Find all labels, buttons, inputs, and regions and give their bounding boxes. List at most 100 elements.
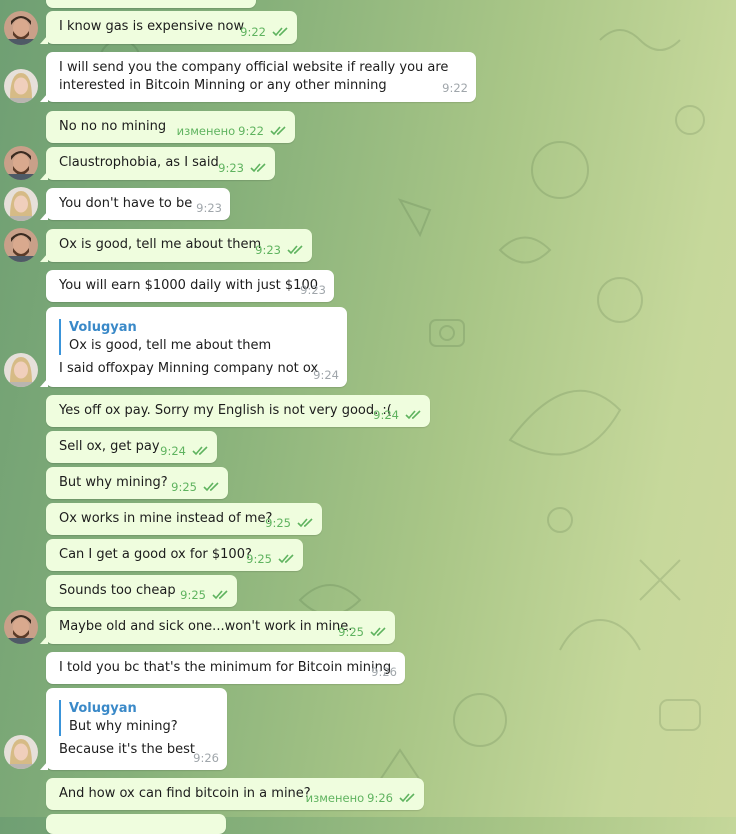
message-text: Ox works in mine instead of me? [59, 511, 273, 526]
message-meta: 9:23 [196, 201, 222, 215]
message-bubble[interactable]: Ox works in mine instead of me? 9:25 [46, 503, 322, 535]
double-check-icon [192, 446, 208, 456]
message-bubble[interactable]: Can I get a good ox for $100? 9:25 [46, 539, 303, 571]
avatar-female-icon [4, 187, 38, 221]
avatar[interactable] [4, 146, 38, 180]
avatar[interactable] [4, 610, 38, 644]
message-bubble[interactable]: Yes off ox pay. Sorry my English is not … [46, 395, 430, 427]
message-text: You don't have to be [59, 196, 193, 211]
double-check-icon [270, 126, 286, 136]
message-meta: изменено 9:22 [177, 124, 287, 138]
message-bubble[interactable]: I will send you the company official web… [40, 52, 476, 102]
message-time: 9:25 [246, 552, 272, 566]
message-time: 9:24 [313, 368, 339, 382]
message-edited-label: изменено [305, 791, 365, 805]
message-meta: 9:22 [442, 79, 468, 97]
message-meta: 9:22 [240, 25, 289, 39]
avatar[interactable] [4, 69, 38, 103]
message-meta: 9:25 [171, 480, 220, 494]
reply-quote[interactable]: Volugyan But why mining? [59, 700, 215, 736]
message-meta: 9:26 [371, 665, 397, 679]
message-text: I know gas is expensive now [59, 19, 245, 34]
message-text: Sounds too cheap [59, 583, 176, 598]
reply-author: Volugyan [69, 320, 137, 335]
message-meta: 9:26 [193, 751, 219, 765]
double-check-icon [370, 627, 386, 637]
message-bubble[interactable]: Maybe old and sick one...won't work in m… [40, 611, 395, 644]
message-text-line: I will send you the company official web… [59, 60, 449, 75]
double-check-icon [287, 245, 303, 255]
message-time: 9:26 [367, 791, 393, 805]
avatar-female-icon [4, 353, 38, 387]
message-time: 9:24 [160, 444, 186, 458]
message-bubble[interactable]: Sounds too cheap 9:25 [46, 575, 237, 607]
avatar[interactable] [4, 735, 38, 769]
double-check-icon [399, 793, 415, 803]
double-check-icon [278, 554, 294, 564]
message-text: But why mining? [59, 475, 168, 490]
message-text: I said offoxpay Minning company not ox [59, 361, 319, 376]
message-time: 9:23 [218, 161, 244, 175]
message-time: 9:22 [240, 25, 266, 39]
avatar[interactable] [4, 11, 38, 45]
message-meta: 9:23 [300, 283, 326, 297]
avatar[interactable] [4, 228, 38, 262]
message-time: 9:24 [373, 408, 399, 422]
message-bubble[interactable]: Claustrophobia, as I said 9:23 [40, 147, 275, 180]
message-bubble[interactable]: And how ox can find bitcoin in a mine? и… [46, 778, 424, 810]
message-bubble[interactable]: Volugyan Ox is good, tell me about them … [40, 307, 347, 387]
avatar-female-icon [4, 735, 38, 769]
message-time: 9:26 [371, 665, 397, 679]
message-meta: 9:25 [180, 588, 229, 602]
message-time: 9:23 [300, 283, 326, 297]
message-bubble[interactable]: Volugyan But why mining? Because it's th… [40, 688, 227, 770]
message-text: Sell ox, get pay [59, 439, 160, 454]
message-time: 9:22 [442, 81, 468, 95]
message-meta: 9:23 [255, 243, 304, 257]
avatar-male-icon [4, 146, 38, 180]
avatar-female-icon [4, 69, 38, 103]
reply-quote[interactable]: Volugyan Ox is good, tell me about them [59, 319, 335, 355]
message-bubble[interactable]: I told you bc that's the minimum for Bit… [46, 652, 405, 684]
message-time: 9:25 [180, 588, 206, 602]
message-text: Because it's the best [59, 742, 195, 757]
message-text: Maybe old and sick one...won't work in m… [59, 619, 353, 634]
message-meta: 9:25 [246, 552, 295, 566]
message-meta: 9:24 [373, 408, 422, 422]
avatar-male-icon [4, 610, 38, 644]
message-text: Claustrophobia, as I said [59, 155, 219, 170]
message-bubble-partial [46, 0, 256, 8]
avatar[interactable] [4, 353, 38, 387]
message-time: 9:26 [193, 751, 219, 765]
message-time: 9:25 [171, 480, 197, 494]
reply-text: But why mining? [69, 719, 178, 734]
message-meta: 9:25 [265, 516, 314, 530]
message-time: 9:25 [265, 516, 291, 530]
message-bubble[interactable]: But why mining? 9:25 [46, 467, 228, 499]
double-check-icon [405, 410, 421, 420]
double-check-icon [272, 27, 288, 37]
message-meta: 9:23 [218, 161, 267, 175]
message-text: Can I get a good ox for $100? [59, 547, 252, 562]
double-check-icon [297, 518, 313, 528]
avatar-male-icon [4, 228, 38, 262]
message-meta: 9:24 [160, 444, 209, 458]
message-bubble[interactable]: You don't have to be 9:23 [40, 188, 230, 220]
message-time: 9:23 [255, 243, 281, 257]
message-text: I told you bc that's the minimum for Bit… [59, 660, 392, 675]
message-time: 9:22 [238, 124, 264, 138]
message-edited-label: изменено [176, 124, 236, 138]
message-text: You will earn $1000 daily with just $100 [59, 278, 318, 293]
reply-author: Volugyan [69, 701, 137, 716]
message-bubble[interactable]: No no no mining изменено 9:22 [46, 111, 295, 143]
message-bubble[interactable]: Sell ox, get pay 9:24 [46, 431, 217, 463]
message-text: Yes off ox pay. Sorry my English is not … [59, 403, 392, 418]
message-bubble[interactable]: You will earn $1000 daily with just $100… [46, 270, 334, 302]
double-check-icon [212, 590, 228, 600]
message-bubble[interactable]: I know gas is expensive now 9:22 [40, 11, 297, 44]
message-bubble[interactable]: Ox is good, tell me about them 9:23 [40, 229, 312, 262]
message-meta: 9:25 [338, 625, 387, 639]
avatar[interactable] [4, 187, 38, 221]
chat-message-list[interactable]: I know gas is expensive now 9:22 I will … [0, 0, 736, 834]
message-time: 9:25 [338, 625, 364, 639]
